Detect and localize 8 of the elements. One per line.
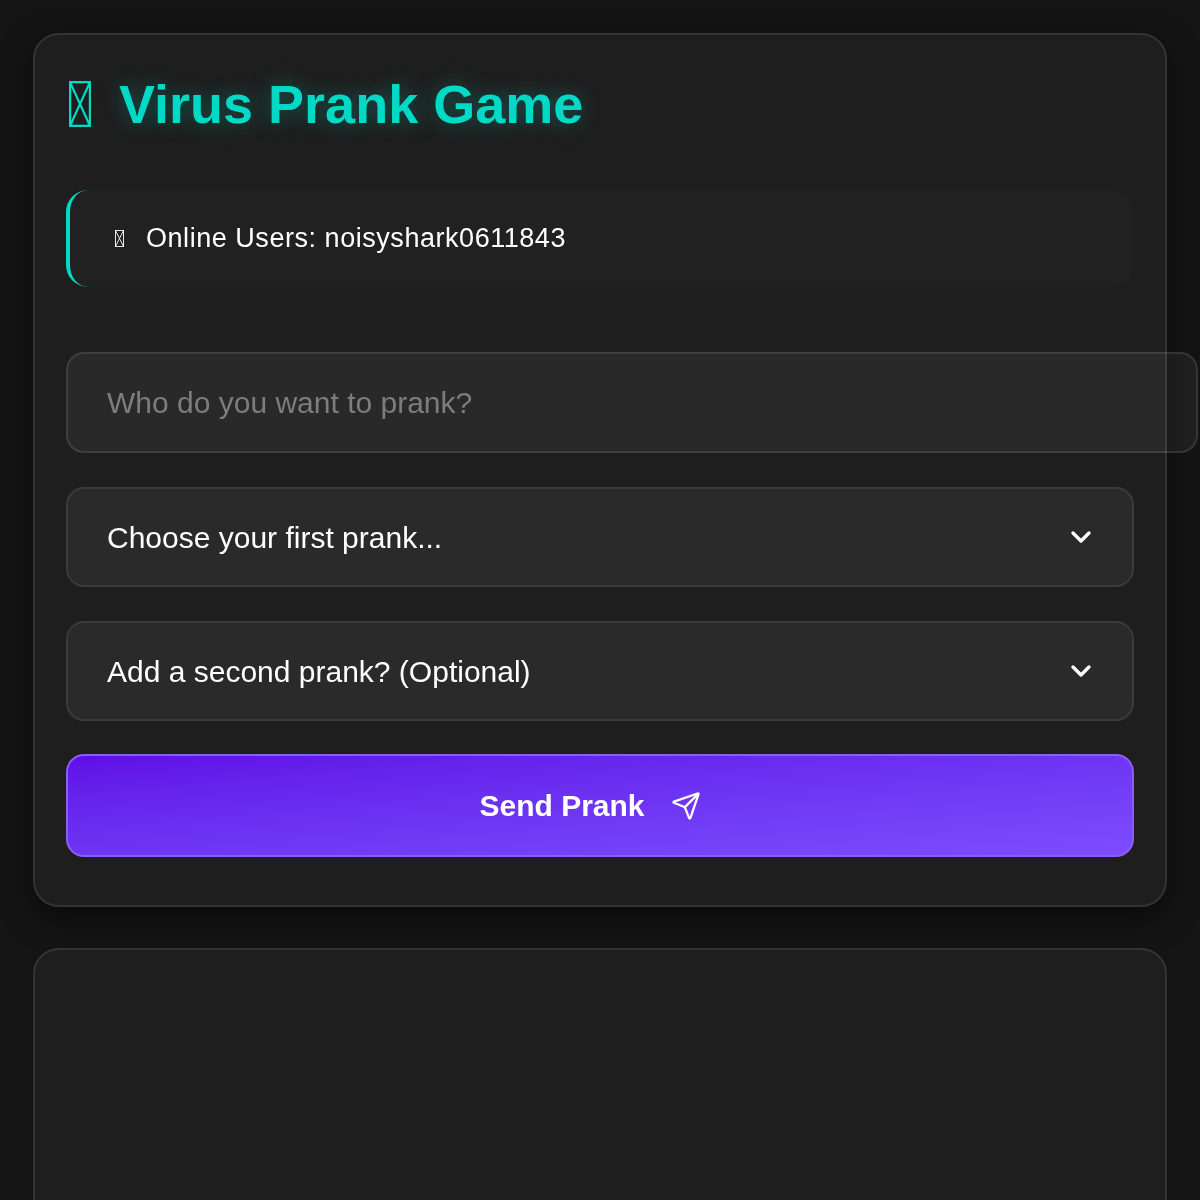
- prank-select[interactable]: Add a second prank? (Optional): [66, 621, 1134, 721]
- paper-plane-icon: [670, 790, 701, 821]
- crossed-box-icon: [69, 81, 91, 127]
- send-prank-button[interactable]: Send Prank: [66, 754, 1134, 857]
- online-users-text: Online Users: noisyshark0611843: [146, 222, 566, 256]
- crossed-box-icon: [115, 230, 124, 247]
- app-title: Virus Prank Game: [119, 77, 584, 131]
- prank-select[interactable]: Choose your first prank...: [66, 487, 1134, 587]
